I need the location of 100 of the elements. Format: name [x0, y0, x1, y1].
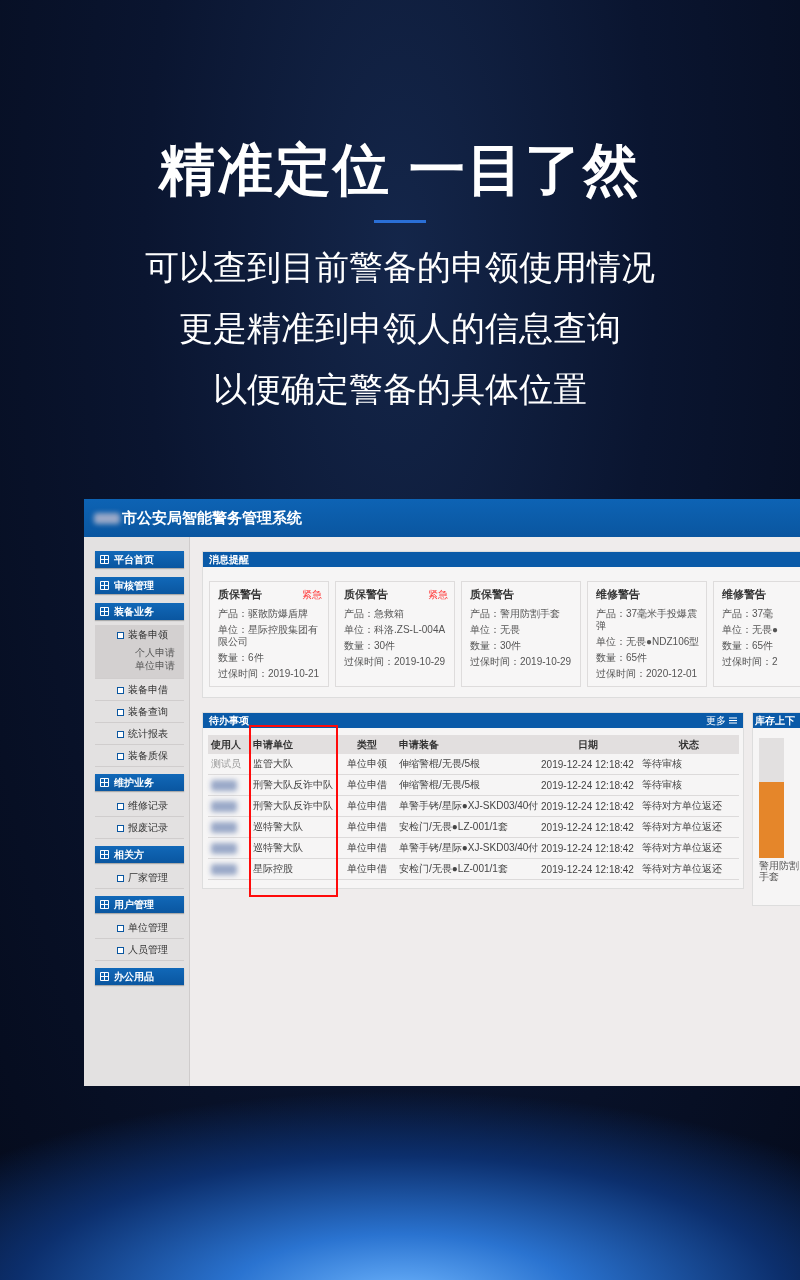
square-bullet-icon: [117, 802, 124, 810]
urgent-label: 紧急: [428, 588, 448, 602]
square-bullet-icon: [117, 631, 124, 639]
urgent-label: 紧急: [302, 588, 322, 602]
card-title: 质保警告: [470, 588, 514, 602]
table-cell: 巡特警大队: [250, 837, 338, 859]
menu-item[interactable]: 人员管理: [95, 940, 184, 961]
column-header: 类型: [338, 735, 396, 754]
menu-item-label: 单位管理: [128, 921, 168, 935]
table-cell: 刑警大队反诈中队: [250, 774, 338, 796]
square-bullet-icon: [117, 752, 124, 760]
table-cell: 星际控股: [250, 858, 338, 880]
card-text: 单位：无畏●: [722, 624, 780, 636]
menu-item-label: 维修记录: [128, 799, 168, 813]
panel-title: 消息提醒: [209, 552, 249, 567]
square-bullet-icon: [117, 686, 124, 694]
card-text: 产品：急救箱: [344, 608, 405, 620]
menu-group[interactable]: 用户管理: [95, 896, 184, 913]
card-text: 产品：37毫米手投爆震弹: [596, 608, 699, 632]
table-cell: 等待对方单位返还: [639, 816, 739, 838]
card-text: 单位：科洛.ZS-L-004A: [344, 624, 447, 636]
card-title: 质保警告: [344, 588, 388, 602]
column-header: 状态: [639, 735, 739, 754]
submenu-item[interactable]: 个人申请: [117, 646, 184, 659]
menu-item-label: 人员管理: [128, 943, 168, 957]
card-text: 过保时间：2019-10-29: [470, 656, 573, 668]
table-cell: 等待对方单位返还: [639, 837, 739, 859]
grid-icon: [100, 581, 109, 590]
grid-icon: [100, 778, 109, 787]
subtitle-line: 更是精准到申领人的信息查询: [178, 308, 622, 349]
table-cell: 安检门/无畏●LZ-001/1套: [396, 816, 536, 838]
table-cell: 伸缩警棍/无畏/5根: [396, 774, 536, 796]
table-cell: 等待审核: [639, 754, 739, 775]
table-cell: 监管大队: [250, 754, 338, 775]
blurred-text: [211, 863, 237, 875]
card-text: 产品：37毫: [722, 608, 775, 620]
column-header: 日期: [536, 735, 639, 754]
blurred-text: [94, 512, 120, 524]
menu-group[interactable]: 审核管理: [95, 577, 184, 594]
table-cell: 伸缩警棍/无畏/5根: [396, 754, 536, 775]
table-cell: 2019-12-24 12:18:42: [536, 795, 639, 817]
menu-item[interactable]: 厂家管理: [95, 868, 184, 889]
menu-item-label: 统计报表: [128, 727, 168, 741]
grid-icon: [100, 900, 109, 909]
blurred-text: [211, 842, 237, 854]
column-header: 申请装备: [396, 735, 536, 754]
menu-group[interactable]: 办公用品: [95, 968, 184, 985]
square-bullet-icon: [117, 824, 124, 832]
app-title: 市公安局智能警务管理系统: [122, 508, 302, 528]
more-link[interactable]: 更多: [706, 713, 726, 728]
card-text: 单位：无畏: [470, 624, 521, 636]
column-header: 申请单位: [250, 735, 338, 754]
square-bullet-icon: [117, 874, 124, 882]
table-cell: 单位申借: [338, 837, 396, 859]
card-text: 产品：驱散防爆盾牌: [218, 608, 309, 620]
menu-item[interactable]: 装备查询: [95, 702, 184, 723]
user-name: 测试员: [211, 758, 241, 769]
grid-icon: [100, 555, 109, 564]
table-cell: 单位申借: [338, 774, 396, 796]
card-text: 过保时间：2: [722, 656, 779, 668]
menu-item[interactable]: 统计报表: [95, 724, 184, 745]
card-text: 数量：30件: [470, 640, 523, 652]
card-text: 数量：30件: [344, 640, 397, 652]
menu-group[interactable]: 装备业务: [95, 603, 184, 620]
menu-item[interactable]: 装备申领 个人申请 单位申请: [95, 625, 184, 679]
menu-group[interactable]: 维护业务: [95, 774, 184, 791]
menu-item[interactable]: 装备质保: [95, 746, 184, 767]
menu-group[interactable]: 平台首页: [95, 551, 184, 568]
column-header: 使用人: [208, 735, 250, 754]
square-bullet-icon: [117, 946, 124, 954]
table-cell: 单位申领: [338, 754, 396, 775]
menu-item-label: 装备申借: [128, 683, 168, 697]
blurred-text: [211, 779, 237, 791]
menu-item-label: 装备查询: [128, 705, 168, 719]
menu-item[interactable]: 装备申借: [95, 680, 184, 701]
table-cell: 巡特警大队: [250, 816, 338, 838]
blurred-text: [211, 821, 237, 833]
card-title: 维修警告: [596, 588, 640, 602]
subtitle-line: 以便确定警备的具体位置: [212, 369, 588, 410]
table-cell: 等待审核: [639, 774, 739, 796]
card-title: 维修警告: [722, 588, 766, 602]
table-cell: 2019-12-24 12:18:42: [536, 774, 639, 796]
card-text: 单位：无畏●NDZ106型: [596, 636, 700, 648]
menu-icon[interactable]: [729, 717, 737, 724]
table-cell: 等待对方单位返还: [639, 795, 739, 817]
table-cell: 等待对方单位返还: [639, 858, 739, 880]
menu-group[interactable]: 相关方: [95, 846, 184, 863]
table-cell: 单位申借: [338, 816, 396, 838]
square-bullet-icon: [117, 730, 124, 738]
menu-item-label: 装备申领: [128, 628, 168, 642]
menu-item[interactable]: 维修记录: [95, 796, 184, 817]
submenu-item[interactable]: 单位申请: [117, 659, 184, 672]
table-cell: 单警手铐/星际●XJ-SKD03/40付: [396, 795, 536, 817]
card-text: 数量：65件: [596, 652, 649, 664]
card-title: 质保警告: [218, 588, 262, 602]
menu-item[interactable]: 单位管理: [95, 918, 184, 939]
grid-icon: [100, 850, 109, 859]
card-text: 数量：6件: [218, 652, 265, 664]
menu-item[interactable]: 报废记录: [95, 818, 184, 839]
table-cell: 刑警大队反诈中队: [250, 795, 338, 817]
